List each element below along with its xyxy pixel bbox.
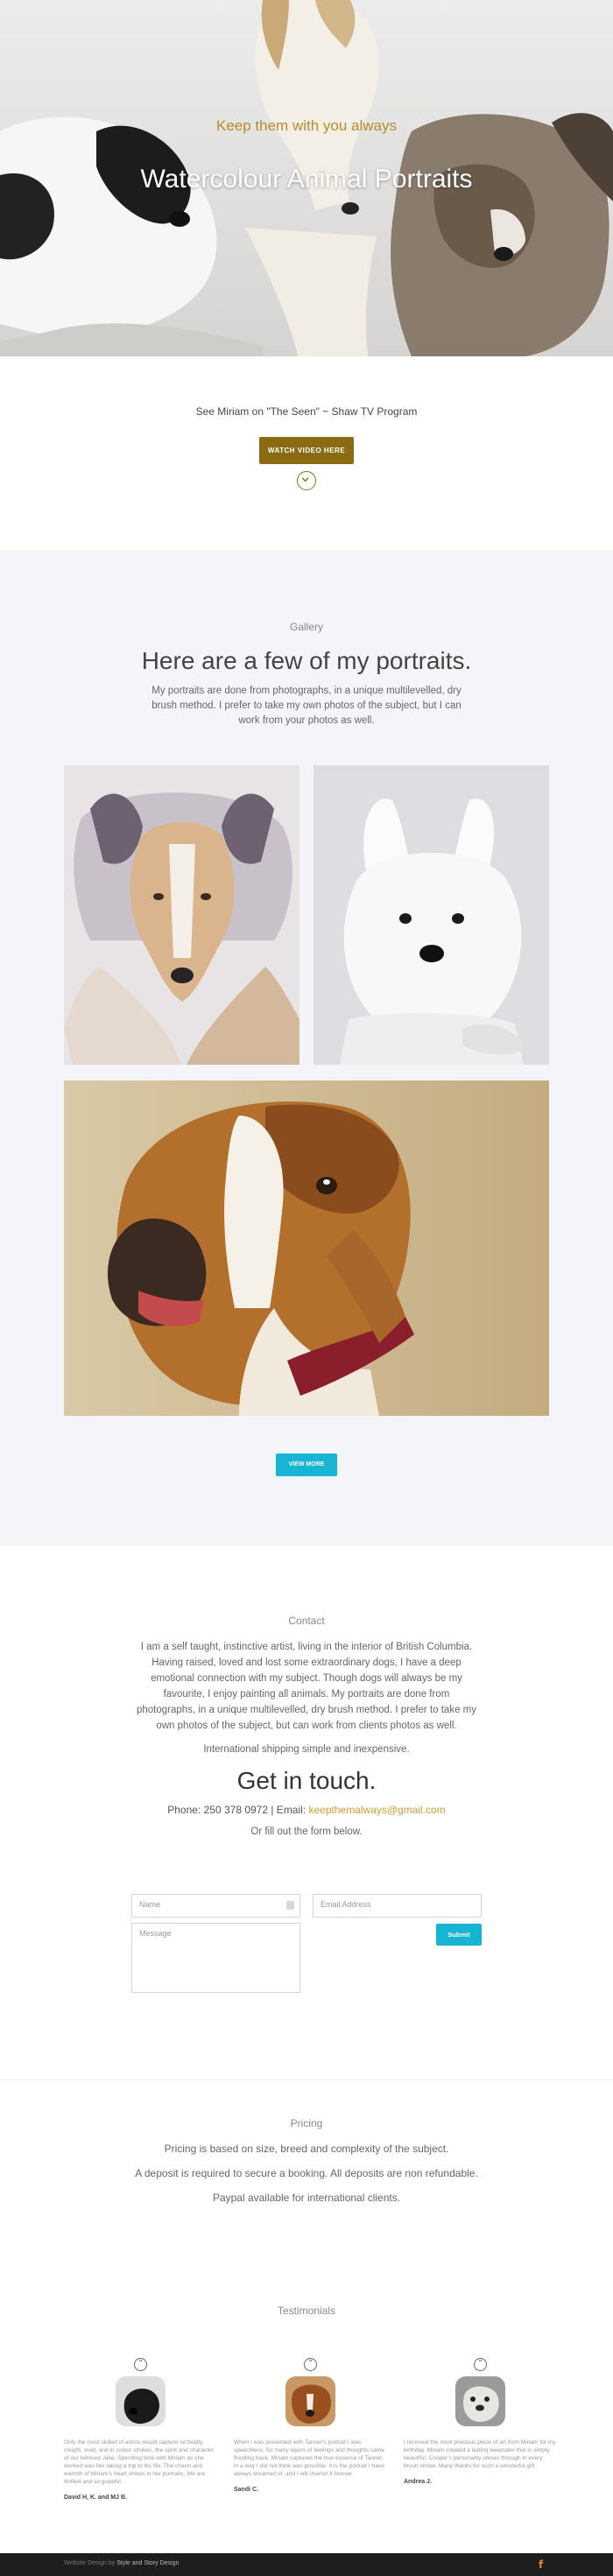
collie-portrait-image[interactable] — [64, 765, 299, 1065]
contact-heading: Get in touch. — [236, 1767, 377, 1794]
westie-portrait-image[interactable] — [314, 765, 549, 1065]
testimonial-dog-photo — [116, 2376, 166, 2426]
message-placeholder: Message — [139, 1929, 172, 1938]
hero-section: Keep them with you always Watercolour An… — [0, 0, 613, 356]
email-input[interactable]: Email Address — [313, 1894, 482, 1918]
hero-title: Watercolour Animal Portraits — [140, 165, 473, 194]
chevron-down-circle-icon[interactable] — [297, 471, 316, 490]
testimonial-card: ” When I was presented with Tanner's por… — [234, 2358, 387, 2493]
footer-credit: Website Design by Style and Story Design — [64, 2560, 179, 2566]
view-more-button[interactable]: VIEW MORE — [276, 1453, 337, 1476]
footer: Website Design by Style and Story Design… — [0, 2553, 613, 2576]
contact-label: Contact — [288, 1615, 325, 1627]
video-section: See Miriam on "The Seen" ~ Shaw TV Progr… — [0, 356, 613, 551]
shipping-note: International shipping simple and inexpe… — [203, 1744, 410, 1755]
testimonial-author: David H, K. and MJ B. — [64, 2495, 127, 2501]
contact-section: Contact I am a self taught, instinctive … — [0, 1545, 613, 2080]
pricing-label: Pricing — [290, 2117, 323, 2129]
bulldog-portrait-image[interactable] — [64, 1080, 549, 1416]
contact-phone-line: Phone: 250 378 0972 | Email: keepthemalw… — [0, 1804, 613, 1816]
quote-icon: ” — [304, 2358, 317, 2371]
submit-button[interactable]: Submit — [436, 1924, 482, 1946]
testimonials-section: Testimonials ” Only the most skilled of … — [0, 2263, 613, 2553]
phone-text: Phone: 250 378 0972 | Email: — [167, 1804, 309, 1816]
video-caption: See Miriam on "The Seen" ~ Shaw TV Progr… — [195, 405, 418, 418]
pricing-section: Pricing Pricing is based on size, breed … — [0, 2080, 613, 2263]
testimonial-text: When I was presented with Tanner's portr… — [234, 2439, 384, 2477]
email-link[interactable]: keepthemalways@gmail.com — [308, 1804, 445, 1816]
gallery-heading: Here are a few of my portraits. — [141, 647, 472, 674]
testimonial-text: I received the most precious piece of ar… — [404, 2439, 556, 2469]
designer-link[interactable]: Style and Story Design — [116, 2560, 179, 2566]
hero-kicker: Keep them with you always — [216, 117, 397, 134]
quote-icon: ” — [134, 2358, 147, 2371]
form-intro: Or fill out the form below. — [250, 1826, 363, 1837]
message-textarea[interactable]: Message — [131, 1923, 300, 1993]
testimonial-text: Only the most skilled of artists would c… — [64, 2439, 215, 2485]
gallery-label: Gallery — [289, 621, 323, 633]
testimonial-dog-photo — [285, 2376, 335, 2426]
pricing-line-paypal: Paypal available for international clien… — [212, 2192, 401, 2204]
testimonial-card: ” I received the most precious piece of … — [404, 2358, 557, 2485]
gallery-description: My portraits are done from photographs, … — [151, 686, 462, 726]
contact-about-text: I am a self taught, instinctive artist, … — [136, 1642, 477, 1731]
testimonial-author: Andrea J. — [404, 2479, 432, 2485]
gallery-section: Gallery Here are a few of my portraits. … — [0, 551, 613, 1545]
facebook-icon[interactable]: f — [539, 2558, 543, 2571]
name-placeholder: Name — [139, 1900, 161, 1909]
name-input[interactable]: Name — [131, 1894, 300, 1918]
pricing-line-size: Pricing is based on size, breed and comp… — [164, 2143, 449, 2155]
testimonial-card: ” Only the most skilled of artists would… — [64, 2358, 217, 2501]
testimonial-dog-photo — [455, 2376, 505, 2426]
pricing-line-deposit: A deposit is required to secure a bookin… — [135, 2167, 478, 2179]
contact-card-icon — [286, 1901, 294, 1910]
testimonials-label: Testimonials — [277, 2305, 336, 2317]
quote-icon: ” — [474, 2358, 487, 2371]
credit-prefix: Website Design by — [64, 2560, 117, 2566]
watch-video-button[interactable]: WATCH VIDEO HERE — [259, 437, 354, 464]
email-placeholder: Email Address — [321, 1900, 371, 1909]
testimonial-author: Sandi C. — [234, 2487, 259, 2493]
